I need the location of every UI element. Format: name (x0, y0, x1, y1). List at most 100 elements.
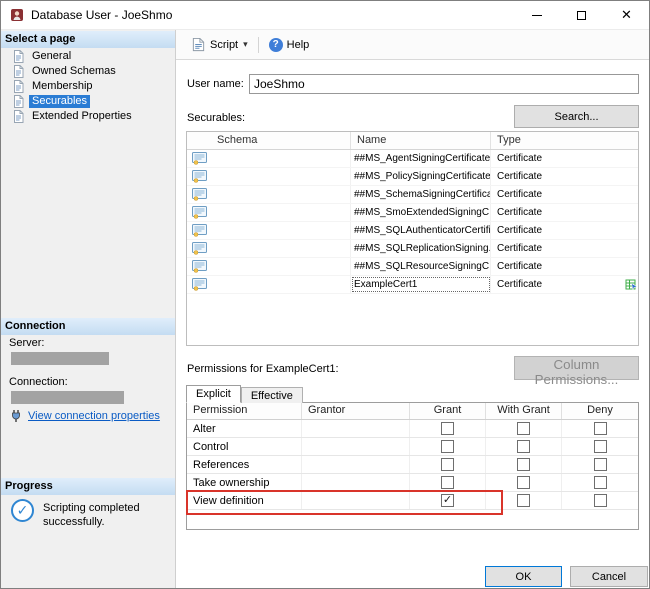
server-label: Server: (9, 337, 44, 349)
maximize-button[interactable] (559, 1, 604, 29)
close-button[interactable]: ✕ (604, 1, 649, 29)
sidebar-item-owned-schemas[interactable]: Owned Schemas (1, 64, 175, 79)
row-indicator-icon (624, 206, 638, 219)
type-cell: Certificate (491, 261, 624, 272)
securables-row[interactable]: ##MS_AgentSigningCertificate Certificate (187, 150, 638, 168)
tab-explicit[interactable]: Explicit (186, 385, 241, 403)
server-value-redacted (11, 352, 109, 365)
script-label: Script (210, 39, 238, 51)
row-indicator-icon (624, 242, 638, 255)
name-cell: ##MS_SmoExtendedSigningC... (351, 204, 491, 221)
with-grant-checkbox[interactable]: ✓ (517, 458, 530, 471)
window-title: Database User - JoeShmo (31, 8, 172, 22)
permissions-table-header: Permission Grantor Grant With Grant Deny (187, 403, 638, 420)
column-header-schema[interactable]: Schema (187, 132, 351, 149)
grant-checkbox[interactable]: ✓ (441, 440, 454, 453)
sidebar-item-extended-properties[interactable]: Extended Properties (1, 109, 175, 124)
sidebar-item-label: Securables (29, 95, 90, 108)
with-grant-checkbox[interactable]: ✓ (517, 440, 530, 453)
chevron-down-icon[interactable]: ▾ (243, 39, 248, 50)
name-cell: ExampleCert1 (351, 276, 491, 293)
page-icon (13, 50, 24, 63)
column-header-grant[interactable]: Grant (410, 403, 486, 419)
column-header-grantor[interactable]: Grantor (302, 403, 410, 419)
permission-row[interactable]: References ✓ ✓ ✓ (187, 456, 638, 474)
type-cell: Certificate (491, 279, 624, 290)
permission-row[interactable]: Take ownership ✓ ✓ ✓ (187, 474, 638, 492)
deny-checkbox[interactable]: ✓ (594, 458, 607, 471)
sidebar-item-label: General (29, 50, 74, 63)
grant-checkbox[interactable]: ✓ (441, 422, 454, 435)
type-cell: Certificate (491, 207, 624, 218)
deny-checkbox[interactable]: ✓ (594, 494, 607, 507)
securables-row[interactable]: ##MS_PolicySigningCertificate Certificat… (187, 168, 638, 186)
main-panel: Script ▾ ? Help User name: Securables: S… (176, 30, 649, 588)
certificate-icon (187, 242, 211, 255)
sidebar-item-general[interactable]: General (1, 49, 175, 64)
column-header-type[interactable]: Type (491, 132, 638, 149)
securables-row[interactable]: ##MS_SmoExtendedSigningC... Certificate (187, 204, 638, 222)
with-grant-checkbox[interactable]: ✓ (517, 476, 530, 489)
column-permissions-button[interactable]: Column Permissions... (514, 356, 639, 380)
permission-name-cell: Control (187, 438, 302, 455)
grant-checkbox[interactable]: ✓ (441, 494, 454, 507)
grant-checkbox[interactable]: ✓ (441, 476, 454, 489)
grant-checkbox[interactable]: ✓ (441, 458, 454, 471)
minimize-icon (532, 15, 542, 16)
permission-name-cell: Take ownership (187, 474, 302, 491)
minimize-button[interactable] (514, 1, 559, 29)
deny-checkbox[interactable]: ✓ (594, 422, 607, 435)
permission-row[interactable]: Control ✓ ✓ ✓ (187, 438, 638, 456)
permission-name-cell: View definition (187, 492, 302, 509)
certificate-icon (187, 170, 211, 183)
select-page-header: Select a page (1, 31, 175, 48)
schema-cell (211, 186, 351, 203)
grantor-cell (302, 420, 410, 437)
titlebar: Database User - JoeShmo ✕ (1, 1, 649, 30)
securables-row[interactable]: ##MS_SQLResourceSigningC... Certificate (187, 258, 638, 276)
with-grant-checkbox[interactable]: ✓ (517, 494, 530, 507)
cancel-button[interactable]: Cancel (570, 566, 648, 587)
progress-status: Scripting completed successfully. (43, 502, 169, 530)
securables-row[interactable]: ExampleCert1 Certificate (187, 276, 638, 294)
database-user-dialog: Database User - JoeShmo ✕ Select a page … (0, 0, 650, 589)
sidebar-item-securables[interactable]: Securables (1, 94, 175, 109)
maximize-icon (577, 11, 586, 20)
permissions-label: Permissions for ExampleCert1: (187, 363, 339, 375)
schema-cell (211, 222, 351, 239)
tab-effective[interactable]: Effective (241, 387, 303, 403)
securables-table: Schema Name Type ##MS_AgentSigningCertif… (186, 131, 639, 346)
permission-name-cell: Alter (187, 420, 302, 437)
certificate-icon (187, 188, 211, 201)
progress-header: Progress (1, 478, 175, 495)
page-icon (13, 110, 24, 123)
page-icon (13, 80, 24, 93)
permission-row[interactable]: Alter ✓ ✓ ✓ (187, 420, 638, 438)
securables-row[interactable]: ##MS_SQLReplicationSigning... Certificat… (187, 240, 638, 258)
connection-header: Connection (1, 318, 175, 335)
sidebar-item-membership[interactable]: Membership (1, 79, 175, 94)
script-button[interactable]: Script ▾ (186, 34, 253, 55)
search-button[interactable]: Search... (514, 105, 639, 128)
sidebar: Select a page General Owned Schemas Memb… (1, 30, 176, 588)
deny-checkbox[interactable]: ✓ (594, 476, 607, 489)
column-header-with-grant[interactable]: With Grant (486, 403, 562, 419)
with-grant-checkbox[interactable]: ✓ (517, 422, 530, 435)
help-button[interactable]: ? Help (264, 35, 315, 55)
column-header-name[interactable]: Name (351, 132, 491, 149)
permission-row[interactable]: View definition ✓ ✓ ✓ (187, 492, 638, 510)
window-icon (10, 8, 24, 22)
schema-cell (211, 204, 351, 221)
view-connection-link[interactable]: View connection properties (28, 410, 160, 422)
securables-row[interactable]: ##MS_SQLAuthenticatorCertifi... Certific… (187, 222, 638, 240)
schema-cell (211, 168, 351, 185)
ok-button[interactable]: OK (485, 566, 562, 587)
column-header-deny[interactable]: Deny (562, 403, 638, 419)
securables-row[interactable]: ##MS_SchemaSigningCertifica... Certifica… (187, 186, 638, 204)
name-cell: ##MS_SQLResourceSigningC... (351, 258, 491, 275)
column-header-permission[interactable]: Permission (187, 403, 302, 419)
name-cell: ##MS_AgentSigningCertificate (351, 150, 491, 167)
schema-cell (211, 276, 351, 293)
deny-checkbox[interactable]: ✓ (594, 440, 607, 453)
user-name-input[interactable] (249, 74, 639, 94)
